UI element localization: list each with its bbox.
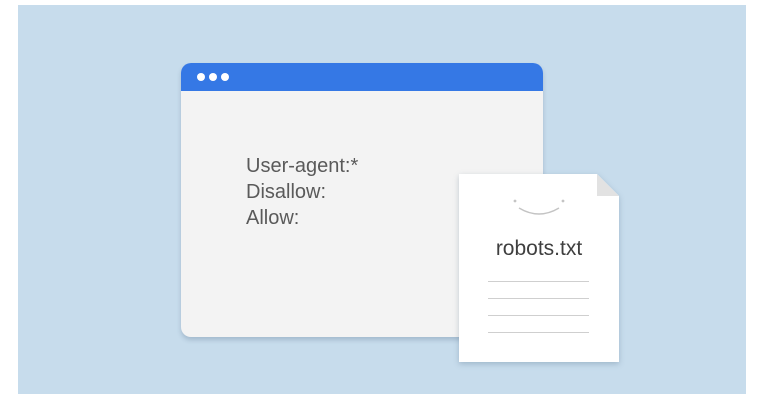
document-filename: robots.txt — [495, 237, 583, 260]
window-title-bar — [181, 63, 543, 91]
directive-allow: Allow: — [246, 207, 300, 229]
illustration-background: User-agent:* Disallow: Allow: robots.txt — [18, 5, 746, 394]
robots-file-document: robots.txt — [459, 174, 619, 362]
robots-directives: User-agent:* Disallow: Allow: — [246, 153, 358, 231]
document-text-line — [488, 298, 589, 299]
window-dot-icon — [209, 73, 217, 81]
directive-disallow: Disallow: — [246, 181, 327, 203]
document-text-line — [488, 281, 589, 282]
window-dot-icon — [197, 73, 205, 81]
directive-user-agent: User-agent:* — [246, 155, 359, 177]
document-text-line — [488, 315, 589, 316]
document-text-line — [488, 332, 589, 333]
window-dot-icon — [221, 73, 229, 81]
document-icon — [459, 174, 619, 362]
